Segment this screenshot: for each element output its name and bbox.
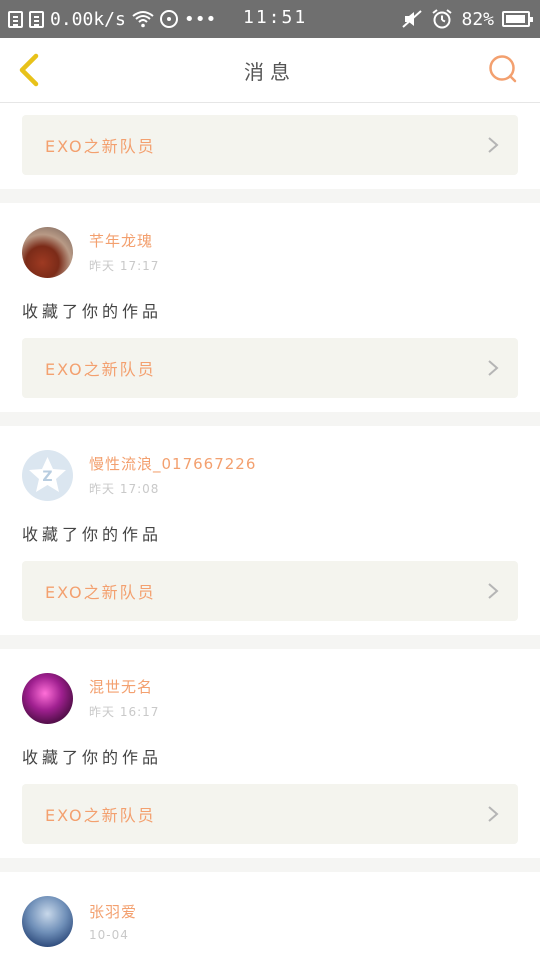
username-link[interactable]: 张羽爱	[89, 901, 137, 922]
chevron-left-icon	[19, 53, 39, 87]
work-link[interactable]: EXO之新队员	[22, 338, 518, 398]
message-card: 芊年龙瑰 昨天 17:17 收藏了你的作品 EXO之新队员	[0, 203, 540, 412]
page-title: 消息	[244, 59, 296, 84]
avatar[interactable]	[22, 895, 73, 947]
avatar[interactable]	[22, 226, 73, 278]
mute-icon	[401, 9, 423, 29]
message-card: EXO之新队员	[0, 103, 540, 189]
network-speed: 0.00k/s	[50, 8, 126, 30]
username-link[interactable]: 慢性流浪_017667226	[89, 453, 256, 474]
user-meta: 张羽爱 10-04	[89, 901, 137, 942]
work-title: EXO之新队员	[45, 583, 156, 602]
message-card: 张羽爱 10-04	[0, 872, 540, 967]
work-link[interactable]: EXO之新队员	[22, 561, 518, 621]
user-meta: 慢性流浪_017667226 昨天 17:08	[89, 453, 256, 497]
message-time: 昨天 17:08	[89, 482, 160, 496]
work-link[interactable]: EXO之新队员	[22, 115, 518, 175]
message-time: 昨天 16:17	[89, 705, 160, 719]
username-link[interactable]: 芊年龙瑰	[89, 230, 159, 251]
action-text: 收藏了你的作品	[22, 525, 163, 544]
message-card: Z 慢性流浪_017667226 昨天 17:08 收藏了你的作品 EXO之新队…	[0, 426, 540, 635]
svg-text:Z: Z	[42, 469, 52, 485]
avatar[interactable]	[22, 672, 73, 724]
status-more-dots: •••	[183, 8, 217, 30]
work-title: EXO之新队员	[45, 137, 156, 156]
message-time: 昨天 17:17	[89, 259, 160, 273]
alarm-icon	[431, 9, 453, 29]
search-button[interactable]	[488, 54, 518, 84]
username-link[interactable]: 混世无名	[89, 676, 159, 697]
user-row: Z 慢性流浪_017667226 昨天 17:08	[22, 426, 518, 501]
user-row: 张羽爱 10-04	[22, 872, 518, 947]
default-avatar-icon: Z	[29, 456, 66, 492]
chevron-right-icon	[488, 137, 499, 153]
battery-icon	[502, 11, 533, 27]
chevron-right-icon	[488, 806, 499, 822]
notification-doc-icon	[29, 10, 44, 28]
chevron-right-icon	[488, 583, 499, 599]
action-text: 收藏了你的作品	[22, 748, 163, 767]
avatar[interactable]: Z	[22, 449, 73, 501]
user-row: 芊年龙瑰 昨天 17:17	[22, 203, 518, 278]
message-card: 混世无名 昨天 16:17 收藏了你的作品 EXO之新队员	[0, 649, 540, 858]
status-right: 82%	[401, 8, 533, 30]
message-time: 10-04	[89, 927, 129, 942]
battery-percent: 82%	[461, 8, 494, 30]
search-icon	[489, 55, 517, 83]
work-title: EXO之新队员	[45, 806, 156, 825]
status-time: 11:51	[243, 7, 308, 28]
chevron-right-icon	[488, 360, 499, 376]
status-bar: 0.00k/s ••• 11:51 82%	[0, 0, 540, 38]
app-header: 消息	[0, 38, 540, 103]
disc-icon	[159, 10, 178, 28]
work-link[interactable]: EXO之新队员	[22, 784, 518, 844]
work-title: EXO之新队员	[45, 360, 156, 379]
message-feed: EXO之新队员 芊年龙瑰 昨天 17:17 收藏了你的作品 EXO之新队员 Z …	[0, 103, 540, 967]
user-meta: 混世无名 昨天 16:17	[89, 676, 159, 720]
back-button[interactable]	[12, 52, 46, 88]
user-meta: 芊年龙瑰 昨天 17:17	[89, 230, 159, 274]
wifi-icon	[132, 10, 154, 28]
status-left: 0.00k/s •••	[8, 9, 401, 30]
action-text: 收藏了你的作品	[22, 302, 163, 321]
notification-doc-icon	[8, 10, 23, 28]
user-row: 混世无名 昨天 16:17	[22, 649, 518, 724]
